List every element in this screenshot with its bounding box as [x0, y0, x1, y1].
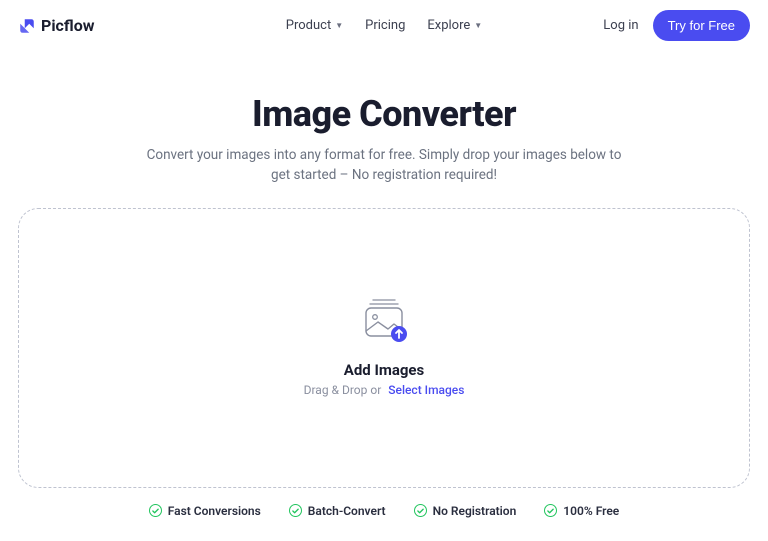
check-circle-icon: [149, 504, 162, 517]
feature-item: Batch-Convert: [289, 504, 386, 518]
nav-item-explore[interactable]: Explore ▼: [427, 18, 482, 33]
feature-item: 100% Free: [544, 504, 619, 518]
nav-item-pricing[interactable]: Pricing: [365, 18, 405, 33]
brand-logo[interactable]: Picflow: [18, 16, 94, 35]
chevron-down-icon: ▼: [474, 21, 482, 30]
header: Picflow Product ▼ Pricing Explore ▼ Log …: [0, 0, 768, 51]
check-circle-icon: [544, 504, 557, 517]
nav-label: Product: [286, 18, 331, 33]
feature-label: Batch-Convert: [308, 504, 386, 518]
upload-image-icon: [358, 299, 410, 347]
primary-nav: Product ▼ Pricing Explore ▼: [286, 18, 482, 33]
feature-label: 100% Free: [563, 504, 619, 518]
dropzone-title: Add Images: [344, 361, 424, 379]
nav-right: Log in Try for Free: [603, 10, 750, 41]
select-images-link[interactable]: Select Images: [388, 383, 464, 397]
feature-item: No Registration: [414, 504, 517, 518]
features-row: Fast Conversions Batch-Convert No Regist…: [0, 504, 768, 518]
nav-item-product[interactable]: Product ▼: [286, 18, 343, 33]
chevron-down-icon: ▼: [335, 21, 343, 30]
feature-item: Fast Conversions: [149, 504, 261, 518]
brand-name: Picflow: [41, 16, 94, 35]
dropzone-drag-text: Drag & Drop or: [304, 383, 382, 397]
hero: Image Converter Convert your images into…: [0, 93, 768, 186]
login-link[interactable]: Log in: [603, 18, 638, 33]
upload-dropzone[interactable]: Add Images Drag & Drop or Select Images: [18, 208, 750, 488]
check-circle-icon: [414, 504, 427, 517]
page-subtitle: Convert your images into any format for …: [144, 145, 624, 186]
feature-label: No Registration: [433, 504, 517, 518]
try-free-button[interactable]: Try for Free: [653, 10, 750, 41]
nav-label: Explore: [427, 18, 470, 33]
dropzone-subtitle: Drag & Drop or Select Images: [304, 383, 465, 397]
page-title: Image Converter: [20, 93, 748, 135]
feature-label: Fast Conversions: [168, 504, 261, 518]
logo-icon: [18, 17, 36, 35]
check-circle-icon: [289, 504, 302, 517]
nav-label: Pricing: [365, 18, 405, 33]
